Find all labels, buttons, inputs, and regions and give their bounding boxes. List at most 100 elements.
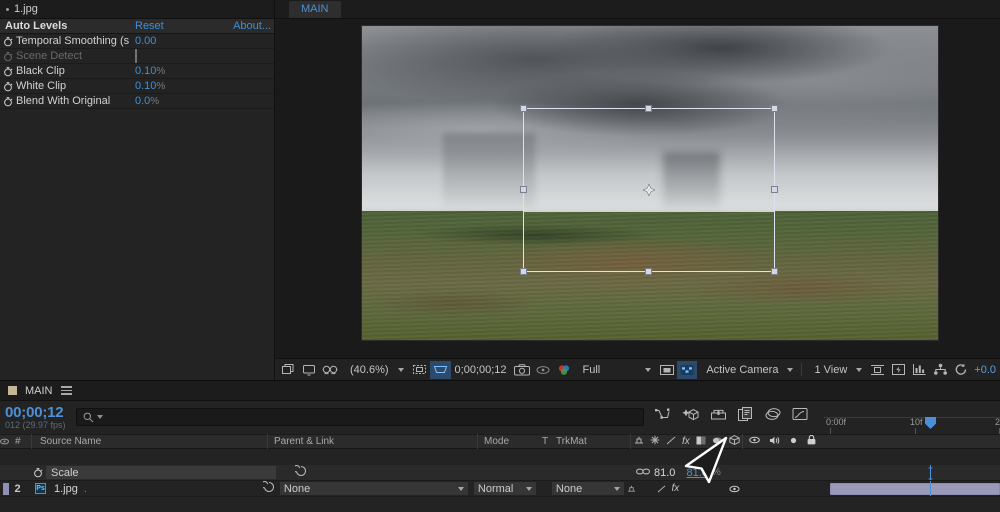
collapse-transformations-icon[interactable] xyxy=(650,435,660,448)
exposure-reset-icon[interactable] xyxy=(951,361,971,379)
blend-mode-dropdown[interactable]: Normal xyxy=(473,482,536,495)
layer-duration-bar[interactable] xyxy=(830,483,1000,495)
property-value[interactable]: 0.10% xyxy=(135,80,274,92)
effect-reset-button[interactable]: Reset xyxy=(135,20,164,32)
table-row[interactable]: 2 Ps 1.jpg . None Normal None fx xyxy=(0,480,1000,497)
panel-menu-icon[interactable] xyxy=(60,386,72,395)
property-row-black-clip[interactable]: Black Clip 0.10% xyxy=(0,64,274,79)
zoom-level-dropdown[interactable]: (40.6%) xyxy=(341,361,409,379)
layer-selection-bounds[interactable] xyxy=(520,105,778,275)
stopwatch-icon[interactable] xyxy=(3,96,13,107)
snapshot-camera-icon[interactable] xyxy=(511,361,533,379)
layer-name-cell[interactable]: 1.jpg . xyxy=(54,483,87,495)
lock-icon[interactable] xyxy=(807,434,816,448)
pixel-aspect-correction-icon[interactable] xyxy=(867,361,888,379)
stopwatch-icon[interactable] xyxy=(30,467,46,478)
selection-handle-top-left[interactable] xyxy=(520,105,527,112)
trkmat-dropdown[interactable]: None xyxy=(551,482,624,495)
shy-toggle[interactable] xyxy=(624,485,640,493)
column-header-mode[interactable]: Mode xyxy=(477,434,539,449)
effect-about-button[interactable]: About... xyxy=(233,20,271,32)
property-value[interactable]: 0.0% xyxy=(135,95,274,107)
transparency-grid-icon[interactable] xyxy=(657,361,677,379)
selection-handle-bottom-left[interactable] xyxy=(520,268,527,275)
timeline-chart-icon[interactable] xyxy=(909,361,930,379)
solo-icon[interactable] xyxy=(789,436,798,448)
composition-mini-flowchart-icon[interactable] xyxy=(710,407,727,421)
property-row-scale[interactable]: Scale 81.0 , 81.0 % xyxy=(0,464,1000,481)
scale-link-icon[interactable] xyxy=(636,467,650,479)
camera-view-dropdown[interactable]: Active Camera xyxy=(697,361,798,379)
column-header-trkmat[interactable]: TrkMat xyxy=(553,434,630,449)
hierarchy-icon[interactable] xyxy=(930,361,951,379)
quality-icon[interactable] xyxy=(666,436,676,448)
3d-layer-icon[interactable] xyxy=(729,435,740,448)
property-track-area[interactable] xyxy=(824,465,1000,480)
composition-canvas[interactable] xyxy=(361,25,939,341)
stopwatch-icon[interactable] xyxy=(3,81,13,92)
column-header-t[interactable]: T xyxy=(539,434,553,449)
layer-track-area[interactable] xyxy=(824,481,1000,496)
selection-handle-bottom-right[interactable] xyxy=(771,268,778,275)
effect-controls-tabbar[interactable]: 1.jpg xyxy=(0,0,274,19)
column-header-parent-link[interactable]: Parent & Link xyxy=(267,434,477,449)
property-row-blend-with-original[interactable]: Blend With Original 0.0% xyxy=(0,94,274,109)
property-row-white-clip[interactable]: White Clip 0.10% xyxy=(0,79,274,94)
viewer-timecode[interactable]: 0;00;00;12 xyxy=(451,364,511,376)
selection-handle-top-center[interactable] xyxy=(645,105,652,112)
show-snapshot-icon[interactable] xyxy=(533,361,554,379)
frame-blend-icon[interactable] xyxy=(696,436,706,448)
video-visibility-toggle[interactable] xyxy=(725,485,745,493)
monitor-icon[interactable] xyxy=(299,361,319,379)
effect-header-row[interactable]: Auto Levels Reset About... xyxy=(0,19,274,34)
column-header-source-name[interactable]: Source Name xyxy=(31,434,267,449)
property-pickwhip-icon[interactable] xyxy=(292,464,307,480)
stopwatch-icon[interactable] xyxy=(3,66,13,77)
grid-guides-icon[interactable] xyxy=(409,361,430,379)
timeline-search-box[interactable] xyxy=(76,408,644,426)
parent-link-dropdown[interactable]: None xyxy=(279,482,468,495)
property-row-temporal-smoothing[interactable]: Temporal Smoothing (s 0.00 xyxy=(0,34,274,49)
timeline-ruler[interactable]: 0:00f 10f 20f xyxy=(824,401,1000,434)
video-eye-icon[interactable] xyxy=(749,436,760,447)
view-layout-dropdown[interactable]: 1 View xyxy=(805,361,867,379)
motion-blur-icon[interactable] xyxy=(712,436,723,448)
scene-detect-checkbox[interactable] xyxy=(135,49,137,63)
selection-handle-bottom-center[interactable] xyxy=(645,268,652,275)
3d-glasses-icon[interactable] xyxy=(319,361,341,379)
tab-main-composition[interactable]: MAIN xyxy=(289,0,341,18)
new-3d-layer-icon[interactable] xyxy=(682,407,699,421)
duplicate-layers-icon[interactable] xyxy=(738,407,754,421)
resolution-dropdown[interactable]: Full xyxy=(574,361,610,379)
chevron-down-icon[interactable] xyxy=(645,367,652,372)
motion-graph-icon[interactable] xyxy=(792,407,808,421)
timeline-timecode-group[interactable]: 00;00;12 012 (29.97 fps) xyxy=(0,405,66,431)
scale-value-x[interactable]: 81.0 xyxy=(654,467,675,479)
main-viewer-icon[interactable] xyxy=(279,361,299,379)
property-value[interactable]: 0.00 xyxy=(135,35,274,47)
timeline-timecode[interactable]: 00;00;12 xyxy=(5,405,66,420)
selection-handle-top-right[interactable] xyxy=(771,105,778,112)
timeline-tab-label[interactable]: MAIN xyxy=(25,385,53,397)
quality-toggle[interactable] xyxy=(655,485,668,493)
stacked-ellipses-icon[interactable] xyxy=(765,407,781,421)
anchor-point-icon[interactable] xyxy=(642,183,656,197)
column-header-index[interactable]: # xyxy=(9,434,31,449)
property-value[interactable]: 0.10% xyxy=(135,65,274,77)
audio-speaker-icon[interactable] xyxy=(769,436,780,448)
property-value[interactable] xyxy=(135,49,274,63)
stopwatch-icon[interactable] xyxy=(3,36,13,47)
fast-previews-icon[interactable] xyxy=(888,361,909,379)
exposure-value[interactable]: +0.0 xyxy=(971,364,996,376)
region-of-interest-icon[interactable] xyxy=(429,360,451,379)
3d-renderer-icon[interactable] xyxy=(677,360,698,379)
composition-stage[interactable] xyxy=(275,19,1000,358)
scale-value-y[interactable]: 81.0 xyxy=(686,467,707,479)
effects-toggle[interactable]: fx xyxy=(668,483,683,494)
channel-rgb-icon[interactable] xyxy=(554,361,574,379)
shy-icon[interactable] xyxy=(634,436,644,448)
scale-value-group[interactable]: 81.0 , 81.0 % xyxy=(636,467,721,479)
selection-handle-middle-right[interactable] xyxy=(771,186,778,193)
selection-handle-middle-left[interactable] xyxy=(520,186,527,193)
graph-editor-icon[interactable] xyxy=(655,407,671,421)
